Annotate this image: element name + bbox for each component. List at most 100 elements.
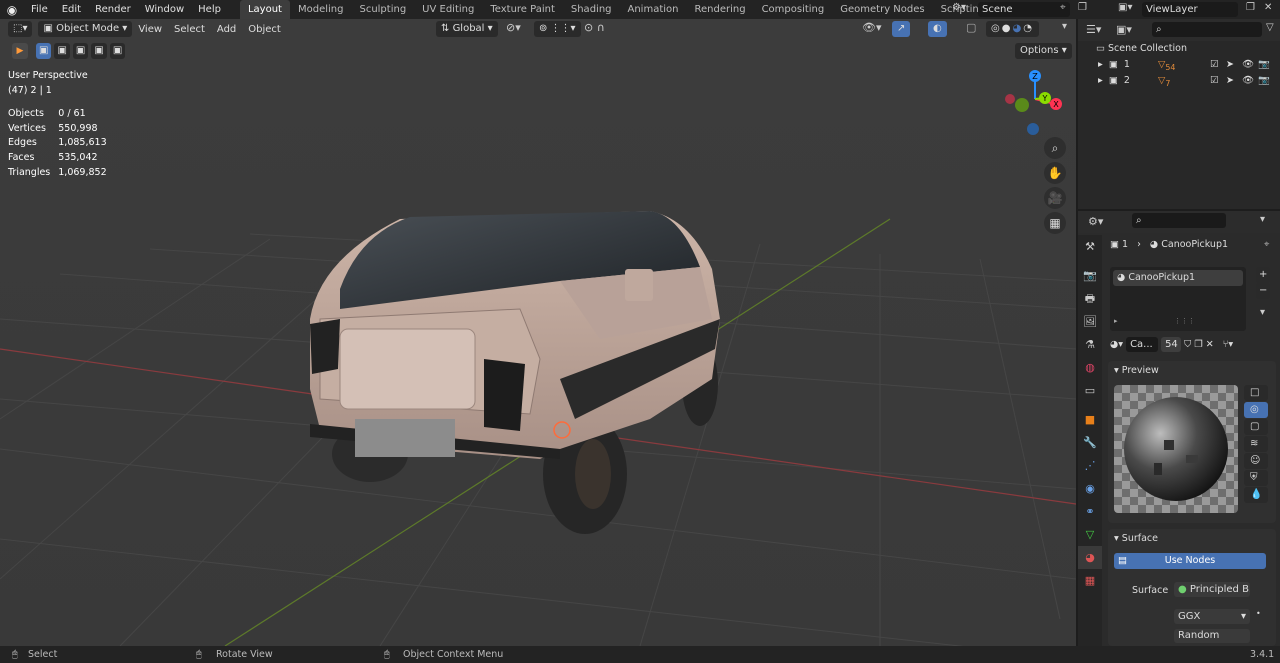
collapse-chevron-icon[interactable]: ▾	[1260, 214, 1265, 225]
checkbox-icon[interactable]: ☑	[1210, 59, 1219, 70]
gizmo-toggle-icon[interactable]: ↗	[892, 21, 911, 37]
remove-view-layer-icon[interactable]: ✕	[1264, 2, 1272, 13]
view-layer-tab-icon[interactable]: 🖼	[1078, 310, 1102, 333]
select-extend-icon[interactable]: ▣	[54, 43, 70, 59]
distribution-dropdown[interactable]: GGX ▾	[1174, 609, 1250, 624]
properties-editor-icon[interactable]: ⚙▾	[1088, 215, 1103, 228]
shading-modes[interactable]: ◎ ● ◕ ◔	[986, 21, 1039, 37]
duplicate-icon[interactable]: ❐	[1194, 339, 1203, 350]
3d-viewport[interactable]: ⬚▾ ▣ Object Mode ▾ View Select Add Objec…	[0, 19, 1076, 646]
browse-material-icon[interactable]: ◕▾	[1110, 339, 1123, 350]
rendered-icon[interactable]: ◔	[1023, 21, 1034, 37]
surface-shader-dropdown[interactable]: ● Principled B...	[1174, 582, 1250, 597]
zoom-icon[interactable]: ⌕	[1044, 137, 1066, 159]
shading-options-icon[interactable]: ▾	[1062, 21, 1067, 32]
visibility-icon[interactable]: 👁▾	[862, 21, 882, 34]
tab-texture-paint[interactable]: Texture Paint	[482, 0, 563, 19]
tab-shading[interactable]: Shading	[563, 0, 620, 19]
select-intersect-icon[interactable]: ▣	[109, 43, 126, 59]
expand-arrow-icon[interactable]: ▸	[1098, 75, 1103, 86]
texture-tab-icon[interactable]: ▦	[1078, 569, 1102, 592]
pivot-icon[interactable]: ⊘▾	[506, 21, 521, 34]
menu-edit[interactable]: Edit	[55, 0, 88, 19]
neg-y-axis-icon[interactable]	[1015, 98, 1029, 112]
output-tab-icon[interactable]: 🖶	[1078, 287, 1102, 310]
tool-tab-icon[interactable]: ⚒	[1078, 235, 1102, 258]
preview-sphere-icon[interactable]: ◎	[1244, 402, 1268, 418]
eye-icon[interactable]: 👁	[1242, 59, 1254, 70]
add-slot-button[interactable]: +	[1256, 267, 1271, 283]
dot-icon[interactable]: •	[1256, 609, 1261, 618]
preview-header[interactable]: ▾ Preview	[1108, 361, 1276, 380]
scene-collection-row[interactable]: ▭ Scene Collection	[1096, 43, 1187, 54]
subsurface-method-dropdown[interactable]: Random Walk▾	[1174, 629, 1250, 643]
preview-cube-icon[interactable]: ▢	[1244, 419, 1268, 435]
remove-slot-button[interactable]: −	[1256, 283, 1271, 299]
fake-user-icon[interactable]: ⛉	[1184, 339, 1191, 350]
camera-icon[interactable]: 🎥	[1044, 187, 1066, 209]
outliner-editor-icon[interactable]: ☰▾	[1086, 23, 1101, 36]
preview-fluid-icon[interactable]: 💧	[1244, 487, 1268, 503]
preview-monkey-icon[interactable]: ☺	[1244, 453, 1268, 469]
select-arrow-icon[interactable]: ➤	[1226, 59, 1234, 70]
new-view-layer-icon[interactable]: ❐	[1246, 2, 1255, 13]
list-expand-icon[interactable]: ▸	[1114, 317, 1118, 325]
preview-hair-icon[interactable]: ≋	[1244, 436, 1268, 452]
particles-tab-icon[interactable]: ⋰	[1078, 454, 1102, 477]
tab-modeling[interactable]: Modeling	[290, 0, 352, 19]
options-dropdown[interactable]: Options ▾	[1015, 43, 1072, 59]
xray-icon[interactable]: ▢	[966, 21, 976, 34]
solid-icon[interactable]: ●	[1002, 21, 1013, 37]
scene-icon[interactable]: ⚙▾	[952, 2, 972, 17]
menu-add[interactable]: Add	[211, 24, 242, 35]
tab-uv-editing[interactable]: UV Editing	[414, 0, 482, 19]
menu-select[interactable]: Select	[168, 24, 211, 35]
filter-icon[interactable]: ▽	[1266, 22, 1274, 33]
ortho-grid-icon[interactable]: ▦	[1044, 212, 1066, 234]
view-layer-field[interactable]: ViewLayer	[1142, 2, 1238, 17]
physics-tab-icon[interactable]: ◉	[1078, 477, 1102, 500]
object-tab-icon[interactable]: ■	[1078, 408, 1102, 431]
material-name-field[interactable]: Ca...	[1126, 336, 1159, 352]
navigation-gizmo[interactable]: Z X Y	[998, 67, 1068, 139]
node-link-icon[interactable]: ⑂▾	[1223, 339, 1233, 350]
wireframe-icon[interactable]: ◎	[991, 21, 1002, 37]
menu-help[interactable]: Help	[191, 0, 228, 19]
world-tab-icon[interactable]: ◍	[1078, 356, 1102, 379]
material-slot-row[interactable]: ◕ CanooPickup1	[1113, 270, 1243, 286]
menu-view[interactable]: View	[132, 24, 168, 35]
constraints-tab-icon[interactable]: ⚭	[1078, 500, 1102, 523]
scene-field[interactable]: Scene	[978, 2, 1070, 17]
tab-sculpting[interactable]: Sculpting	[351, 0, 414, 19]
tab-animation[interactable]: Animation	[620, 0, 687, 19]
checkbox-icon[interactable]: ☑	[1210, 75, 1219, 86]
resize-handle-icon[interactable]: ⋮⋮⋮	[1174, 317, 1195, 325]
properties-search-input[interactable]: ⌕	[1132, 213, 1226, 228]
select-subtract-icon[interactable]: ▣	[72, 43, 89, 59]
scene-tab-icon[interactable]: ⚗	[1078, 333, 1102, 356]
preview-flat-icon[interactable]: □	[1244, 385, 1268, 401]
select-new-icon[interactable]: ▣	[36, 43, 52, 59]
material-tab-icon[interactable]: ◕	[1078, 546, 1102, 569]
tab-rendering[interactable]: Rendering	[686, 0, 753, 19]
proportional-edit-icon[interactable]: ⊙ ∩	[584, 21, 605, 34]
collection-tab-icon[interactable]: ▭	[1078, 379, 1102, 402]
select-invert-icon[interactable]: ▣	[91, 43, 107, 59]
menu-window[interactable]: Window	[138, 0, 191, 19]
preview-cloth-icon[interactable]: ⛨	[1244, 470, 1268, 486]
select-arrow-icon[interactable]: ➤	[1226, 75, 1234, 86]
neg-z-axis-icon[interactable]	[1027, 123, 1039, 135]
mode-dropdown[interactable]: ▣ Object Mode ▾	[38, 21, 133, 37]
select-tool-icon[interactable]: ▶	[12, 43, 28, 59]
use-nodes-button[interactable]: ▤ Use Nodes	[1114, 553, 1266, 569]
surface-header[interactable]: ▾ Surface	[1108, 529, 1276, 548]
modifier-tab-icon[interactable]: 🔧	[1078, 431, 1102, 454]
slot-menu-icon[interactable]: ▾	[1260, 307, 1265, 318]
pin-icon[interactable]: ⌖	[1264, 239, 1269, 250]
view-layer-icon[interactable]: ▣▾	[1118, 2, 1132, 13]
unlink-icon[interactable]: ✕	[1206, 339, 1214, 350]
editor-type-icon[interactable]: ⬚▾	[8, 21, 33, 37]
pan-hand-icon[interactable]: ✋	[1044, 162, 1066, 184]
render-camera-icon[interactable]: 📷	[1258, 75, 1270, 86]
tab-geometry-nodes[interactable]: Geometry Nodes	[832, 0, 932, 19]
